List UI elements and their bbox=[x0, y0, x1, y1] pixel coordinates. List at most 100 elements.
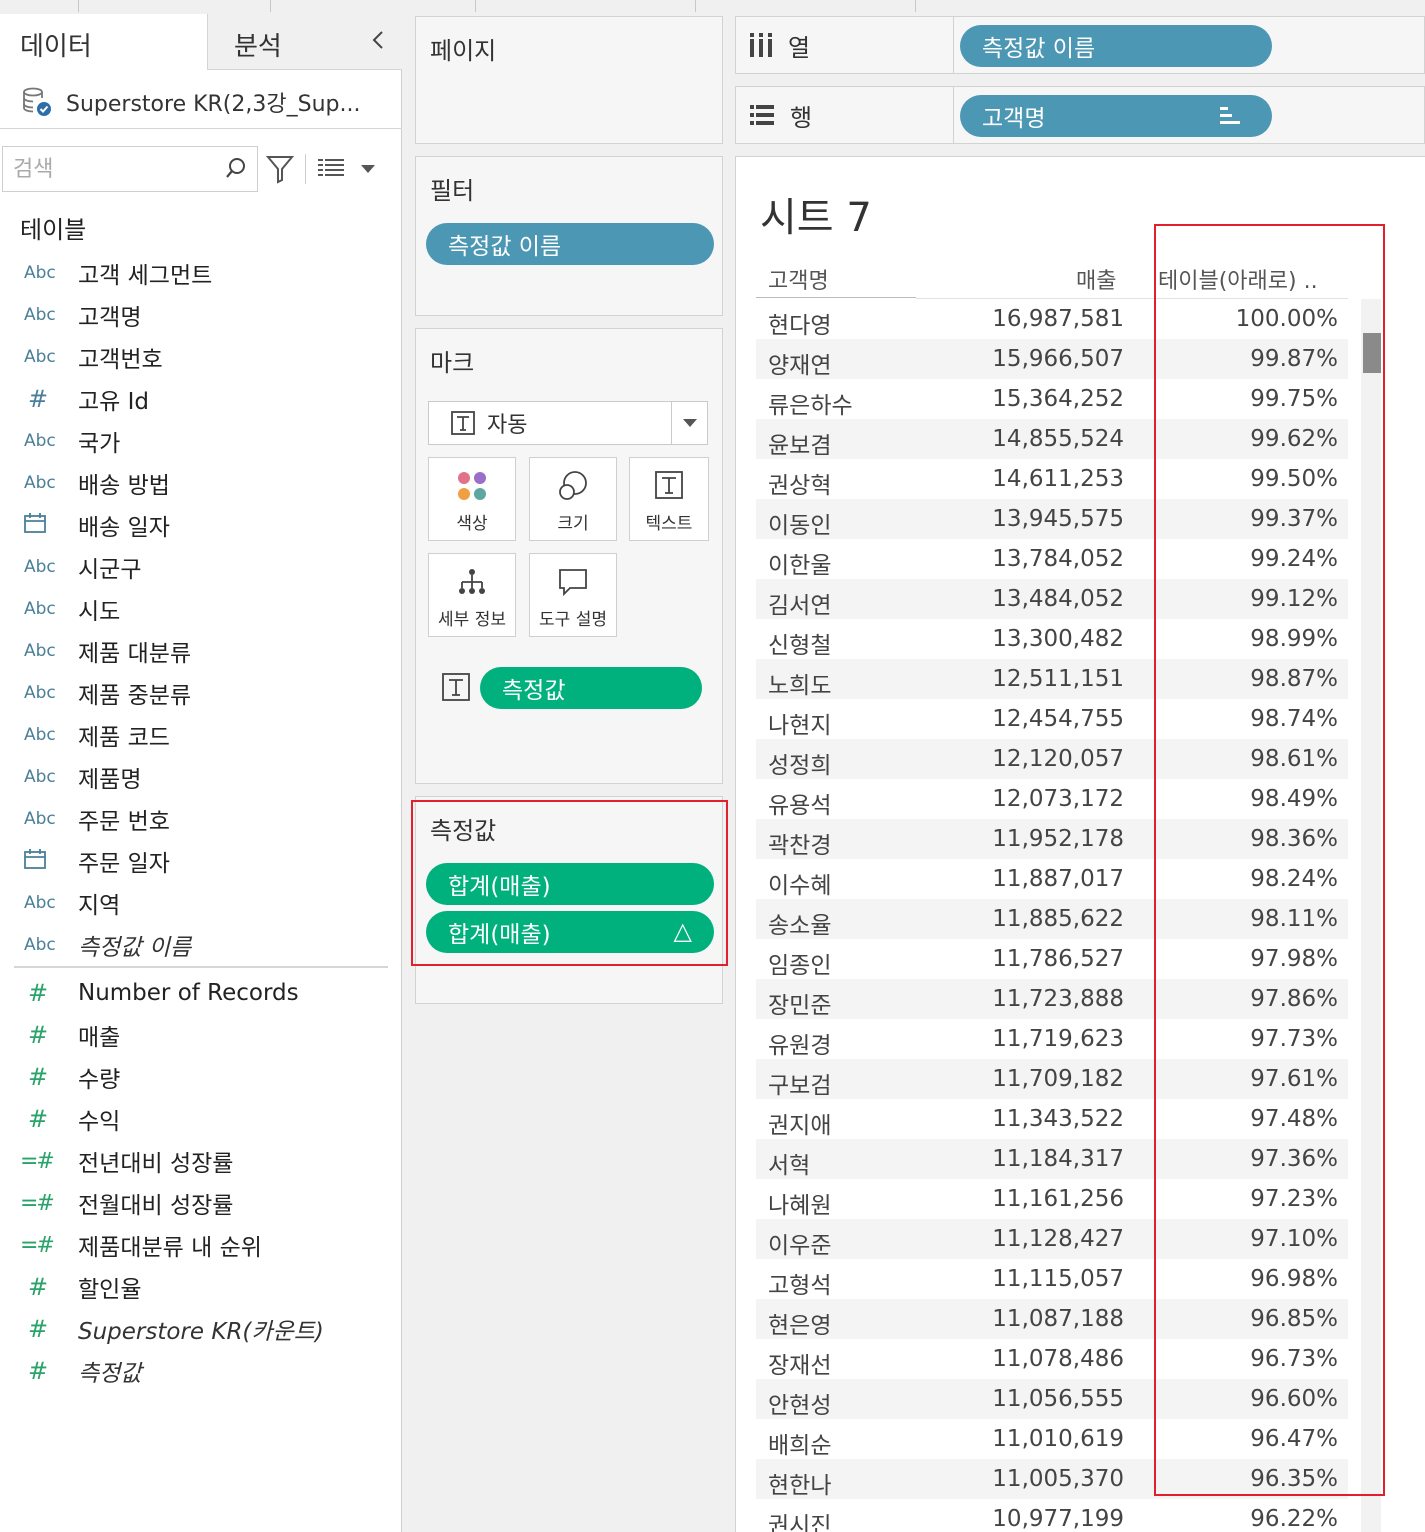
field-item[interactable]: # 고유 Id bbox=[0, 378, 400, 420]
table-row[interactable]: 양재연 15,966,507 99.87% bbox=[756, 339, 1348, 379]
table-row[interactable]: 권시진 10,977,199 96.22% bbox=[756, 1499, 1348, 1532]
field-item[interactable]: Abc 시군구 bbox=[0, 546, 400, 588]
field-item[interactable]: Abc 지역 bbox=[0, 882, 400, 924]
field-item[interactable]: Abc 국가 bbox=[0, 420, 400, 462]
collapse-pane-icon[interactable] bbox=[368, 28, 388, 52]
marks-size-button[interactable]: 크기 bbox=[529, 457, 617, 541]
table-row[interactable]: 송소율 11,885,622 98.11% bbox=[756, 899, 1348, 939]
pages-card[interactable]: 페이지 bbox=[415, 16, 723, 144]
measure-pill-sum-sales[interactable]: 합계(매출) bbox=[426, 863, 714, 905]
table-row[interactable]: 나혜원 11,161,256 97.23% bbox=[756, 1179, 1348, 1219]
cell-table-calc: 99.12% bbox=[1250, 586, 1338, 612]
table-row[interactable]: 서혁 11,184,317 97.36% bbox=[756, 1139, 1348, 1179]
table-row[interactable]: 이우준 11,128,427 97.10% bbox=[756, 1219, 1348, 1259]
table-row[interactable]: 이수혜 11,887,017 98.24% bbox=[756, 859, 1348, 899]
table-row[interactable]: 나현지 12,454,755 98.74% bbox=[756, 699, 1348, 739]
mark-type-dropdown[interactable] bbox=[671, 402, 707, 444]
measure-pill-sum-sales-table-calc[interactable]: 합계(매출) △ bbox=[426, 911, 714, 953]
table-row[interactable]: 권지애 11,343,522 97.48% bbox=[756, 1099, 1348, 1139]
field-item[interactable]: Abc 시도 bbox=[0, 588, 400, 630]
filter-icon[interactable] bbox=[266, 154, 294, 184]
marks-color-button[interactable]: 색상 bbox=[428, 457, 516, 541]
table-row[interactable]: 신형철 13,300,482 98.99% bbox=[756, 619, 1348, 659]
sheet-title: 시트 7 bbox=[760, 195, 872, 241]
cell-sales: 13,484,052 bbox=[992, 586, 1124, 612]
field-item[interactable]: 주문 일자 bbox=[0, 840, 400, 882]
field-item[interactable]: 배송 일자 bbox=[0, 504, 400, 546]
field-item[interactable]: =# 제품대분류 내 순위 bbox=[0, 1224, 400, 1266]
field-item[interactable]: # 측정값 bbox=[0, 1350, 400, 1392]
field-item[interactable]: Abc 제품 코드 bbox=[0, 714, 400, 756]
table-row[interactable]: 권상혁 14,611,253 99.50% bbox=[756, 459, 1348, 499]
field-item[interactable]: Abc 배송 방법 bbox=[0, 462, 400, 504]
header-customer[interactable]: 고객명 bbox=[768, 263, 829, 295]
table-row[interactable]: 고형석 11,115,057 96.98% bbox=[756, 1259, 1348, 1299]
marks-tooltip-button[interactable]: 도구 설명 bbox=[529, 553, 617, 637]
table-row[interactable]: 유원경 11,719,623 97.73% bbox=[756, 1019, 1348, 1059]
datasource-item[interactable]: Superstore KR(2,3강_Sup... bbox=[20, 82, 360, 122]
field-item[interactable]: # 수량 bbox=[0, 1056, 400, 1098]
table-row[interactable]: 임종인 11,786,527 97.98% bbox=[756, 939, 1348, 979]
field-item[interactable]: Abc 고객명 bbox=[0, 294, 400, 336]
table-row[interactable]: 이동인 13,945,575 99.37% bbox=[756, 499, 1348, 539]
table-row[interactable]: 성정희 12,120,057 98.61% bbox=[756, 739, 1348, 779]
tab-data[interactable]: 데이터 bbox=[0, 14, 208, 70]
filter-pill-measure-names[interactable]: 측정값 이름 bbox=[426, 223, 714, 265]
cell-customer: 장민준 bbox=[768, 993, 832, 1019]
columns-pill-measure-names[interactable]: 측정값 이름 bbox=[960, 25, 1272, 67]
vertical-scrollbar[interactable] bbox=[1361, 299, 1381, 1532]
cell-table-calc: 96.73% bbox=[1250, 1346, 1338, 1372]
header-table-calc[interactable]: 테이블(아래로) .. bbox=[1158, 263, 1318, 295]
field-item[interactable]: Abc 측정값 이름 bbox=[0, 924, 400, 966]
cell-table-calc: 97.10% bbox=[1250, 1226, 1338, 1252]
table-row[interactable]: 김서연 13,484,052 99.12% bbox=[756, 579, 1348, 619]
cell-customer: 김서연 bbox=[768, 593, 832, 619]
table-row[interactable]: 윤보겸 14,855,524 99.62% bbox=[756, 419, 1348, 459]
cell-sales: 11,719,623 bbox=[992, 1026, 1124, 1052]
table-row[interactable]: 곽찬경 11,952,178 98.36% bbox=[756, 819, 1348, 859]
number-type-icon: # bbox=[28, 979, 49, 1007]
table-row[interactable]: 안현성 11,056,555 96.60% bbox=[756, 1379, 1348, 1419]
table-row[interactable]: 현다영 16,987,581 100.00% bbox=[756, 299, 1348, 339]
search-input[interactable] bbox=[13, 147, 213, 191]
table-row[interactable]: 유용석 12,073,172 98.49% bbox=[756, 779, 1348, 819]
cell-table-calc: 99.75% bbox=[1250, 386, 1338, 412]
field-item[interactable]: Abc 고객 세그먼트 bbox=[0, 252, 400, 294]
table-row[interactable]: 현한나 11,005,370 96.35% bbox=[756, 1459, 1348, 1499]
field-item[interactable]: # 매출 bbox=[0, 1014, 400, 1056]
chevron-down-icon[interactable] bbox=[360, 164, 376, 174]
table-row[interactable]: 이한울 13,784,052 99.24% bbox=[756, 539, 1348, 579]
scrollbar-thumb[interactable] bbox=[1363, 333, 1381, 373]
cell-table-calc: 97.23% bbox=[1250, 1186, 1338, 1212]
header-sales[interactable]: 매출 bbox=[1076, 263, 1116, 295]
marks-pill-measure-values[interactable]: 측정값 bbox=[480, 667, 702, 709]
view-list-icon[interactable] bbox=[318, 158, 344, 178]
table-row[interactable]: 류은하수 15,364,252 99.75% bbox=[756, 379, 1348, 419]
field-item[interactable]: # Superstore KR(카운트) bbox=[0, 1308, 400, 1350]
table-row[interactable]: 구보검 11,709,182 97.61% bbox=[756, 1059, 1348, 1099]
field-item[interactable]: Abc 주문 번호 bbox=[0, 798, 400, 840]
field-item[interactable]: # 할인율 bbox=[0, 1266, 400, 1308]
field-item[interactable]: # Number of Records bbox=[0, 972, 400, 1014]
table-row[interactable]: 장재선 11,078,486 96.73% bbox=[756, 1339, 1348, 1379]
field-item[interactable]: Abc 제품명 bbox=[0, 756, 400, 798]
chevron-down-icon bbox=[682, 418, 697, 427]
mark-type-select[interactable]: 자동 bbox=[428, 401, 708, 445]
table-row[interactable]: 현은영 11,087,188 96.85% bbox=[756, 1299, 1348, 1339]
field-item[interactable]: # 수익 bbox=[0, 1098, 400, 1140]
rows-pill-customer[interactable]: 고객명 bbox=[960, 95, 1272, 137]
field-item[interactable]: =# 전월대비 성장률 bbox=[0, 1182, 400, 1224]
field-item[interactable]: Abc 고객번호 bbox=[0, 336, 400, 378]
text-shelf-icon bbox=[442, 673, 470, 701]
marks-text-button[interactable]: 텍스트 bbox=[629, 457, 709, 541]
field-item[interactable]: Abc 제품 대분류 bbox=[0, 630, 400, 672]
marks-detail-button[interactable]: 세부 정보 bbox=[428, 553, 516, 637]
table-row[interactable]: 장민준 11,723,888 97.86% bbox=[756, 979, 1348, 1019]
table-row[interactable]: 노희도 12,511,151 98.87% bbox=[756, 659, 1348, 699]
field-item[interactable]: Abc 제품 중분류 bbox=[0, 672, 400, 714]
cell-customer: 이동인 bbox=[768, 513, 832, 539]
table-row[interactable]: 배희순 11,010,619 96.47% bbox=[756, 1419, 1348, 1459]
field-item[interactable]: =# 전년대비 성장률 bbox=[0, 1140, 400, 1182]
measure-pill-label: 합계(매출) bbox=[448, 922, 551, 948]
filters-card[interactable]: 필터 측정값 이름 bbox=[415, 156, 723, 316]
